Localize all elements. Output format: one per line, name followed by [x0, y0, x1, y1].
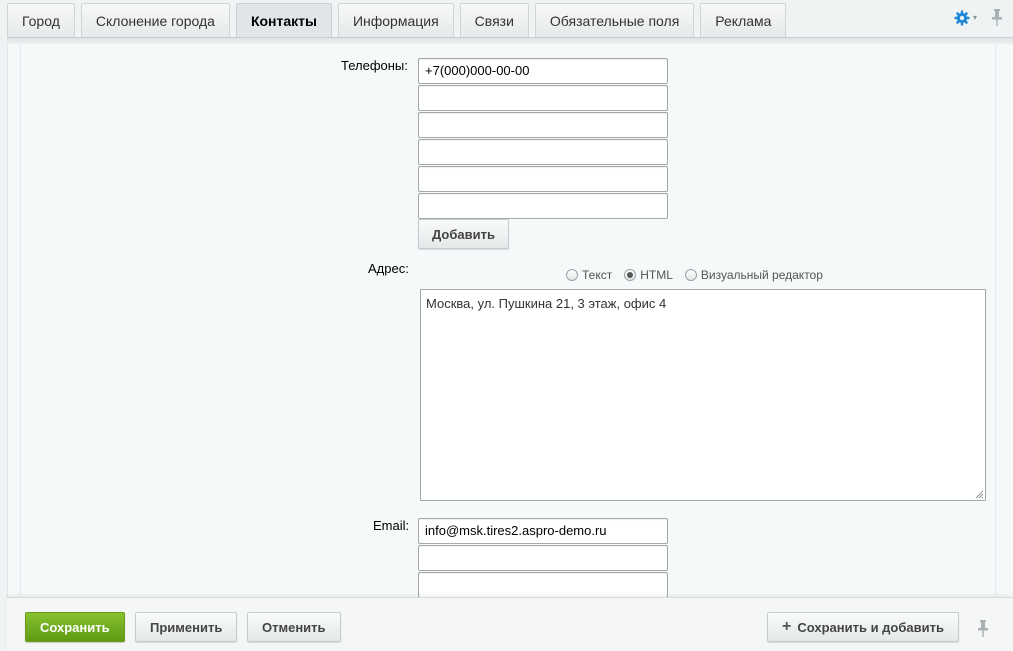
- save-and-add-label: Сохранить и добавить: [797, 619, 944, 635]
- phone-field-3[interactable]: [418, 112, 668, 138]
- radio-visual-editor[interactable]: Визуальный редактор: [684, 268, 823, 282]
- radio-html-label: HTML: [640, 268, 673, 282]
- toolbar-icons: ▾: [954, 9, 1003, 26]
- email-field-2[interactable]: [418, 545, 668, 571]
- email-label: Email:: [373, 518, 410, 533]
- phone-field-4[interactable]: [418, 139, 668, 165]
- tab-underline: [7, 37, 1013, 44]
- radio-html[interactable]: HTML: [624, 268, 673, 282]
- add-phone-button[interactable]: Добавить: [418, 219, 509, 249]
- phone-field-1[interactable]: +7(000)000-00-00: [418, 58, 668, 84]
- tab-required-fields[interactable]: Обязательные поля: [534, 3, 695, 37]
- tab-relations[interactable]: Связи: [459, 3, 529, 37]
- address-value: Москва, ул. Пушкина 21, 3 этаж, офис 4: [426, 296, 667, 311]
- form-content: Телефоны: +7(000)000-00-00 Добавить Адре…: [7, 44, 1013, 597]
- address-mode-group: Текст HTML Визуальный редактор: [566, 268, 835, 282]
- tab-information[interactable]: Информация: [337, 3, 454, 37]
- apply-button[interactable]: Применить: [135, 612, 238, 642]
- chevron-down-icon: ▾: [972, 13, 977, 22]
- radio-visual-editor-circle[interactable]: [684, 269, 697, 281]
- phone-field-5[interactable]: [418, 166, 668, 192]
- radio-html-circle[interactable]: [624, 269, 637, 281]
- cancel-button[interactable]: Отменить: [247, 612, 341, 642]
- form-footer: Сохранить Применить Отменить + Сохранить…: [7, 597, 1013, 651]
- radio-text-circle[interactable]: [566, 269, 578, 281]
- address-label: Адрес:: [368, 261, 409, 276]
- plus-icon: +: [782, 618, 792, 635]
- email-field-1[interactable]: info@msk.tires2.aspro-demo.ru: [418, 518, 668, 544]
- save-and-add-button[interactable]: + Сохранить и добавить: [767, 612, 959, 642]
- footer-pin-icon[interactable]: [977, 620, 989, 640]
- gear-icon: [954, 10, 970, 26]
- resize-grip-icon[interactable]: [974, 489, 984, 499]
- form-panel: Телефоны: +7(000)000-00-00 Добавить Адре…: [20, 44, 996, 597]
- phones-label: Телефоны:: [341, 58, 408, 73]
- email-field-3[interactable]: [418, 572, 668, 597]
- pin-icon[interactable]: [991, 9, 1003, 26]
- tab-contacts[interactable]: Контакты: [235, 3, 332, 37]
- tab-bar: Город Склонение города Контакты Информац…: [0, 0, 1013, 44]
- radio-text[interactable]: Текст: [566, 268, 612, 282]
- radio-visual-editor-label: Визуальный редактор: [700, 268, 823, 282]
- address-textarea[interactable]: Москва, ул. Пушкина 21, 3 этаж, офис 4: [420, 289, 986, 501]
- tab-city-declension[interactable]: Склонение города: [80, 3, 230, 37]
- phone-field-6[interactable]: [418, 193, 668, 219]
- radio-text-label: Текст: [582, 268, 613, 282]
- save-button[interactable]: Сохранить: [25, 612, 125, 642]
- tab-advertising[interactable]: Реклама: [700, 3, 787, 37]
- tab-city[interactable]: Город: [7, 3, 75, 37]
- tabs: Город Склонение города Контакты Информац…: [7, 3, 792, 37]
- phone-field-2[interactable]: [418, 85, 668, 111]
- settings-button[interactable]: ▾: [954, 10, 977, 26]
